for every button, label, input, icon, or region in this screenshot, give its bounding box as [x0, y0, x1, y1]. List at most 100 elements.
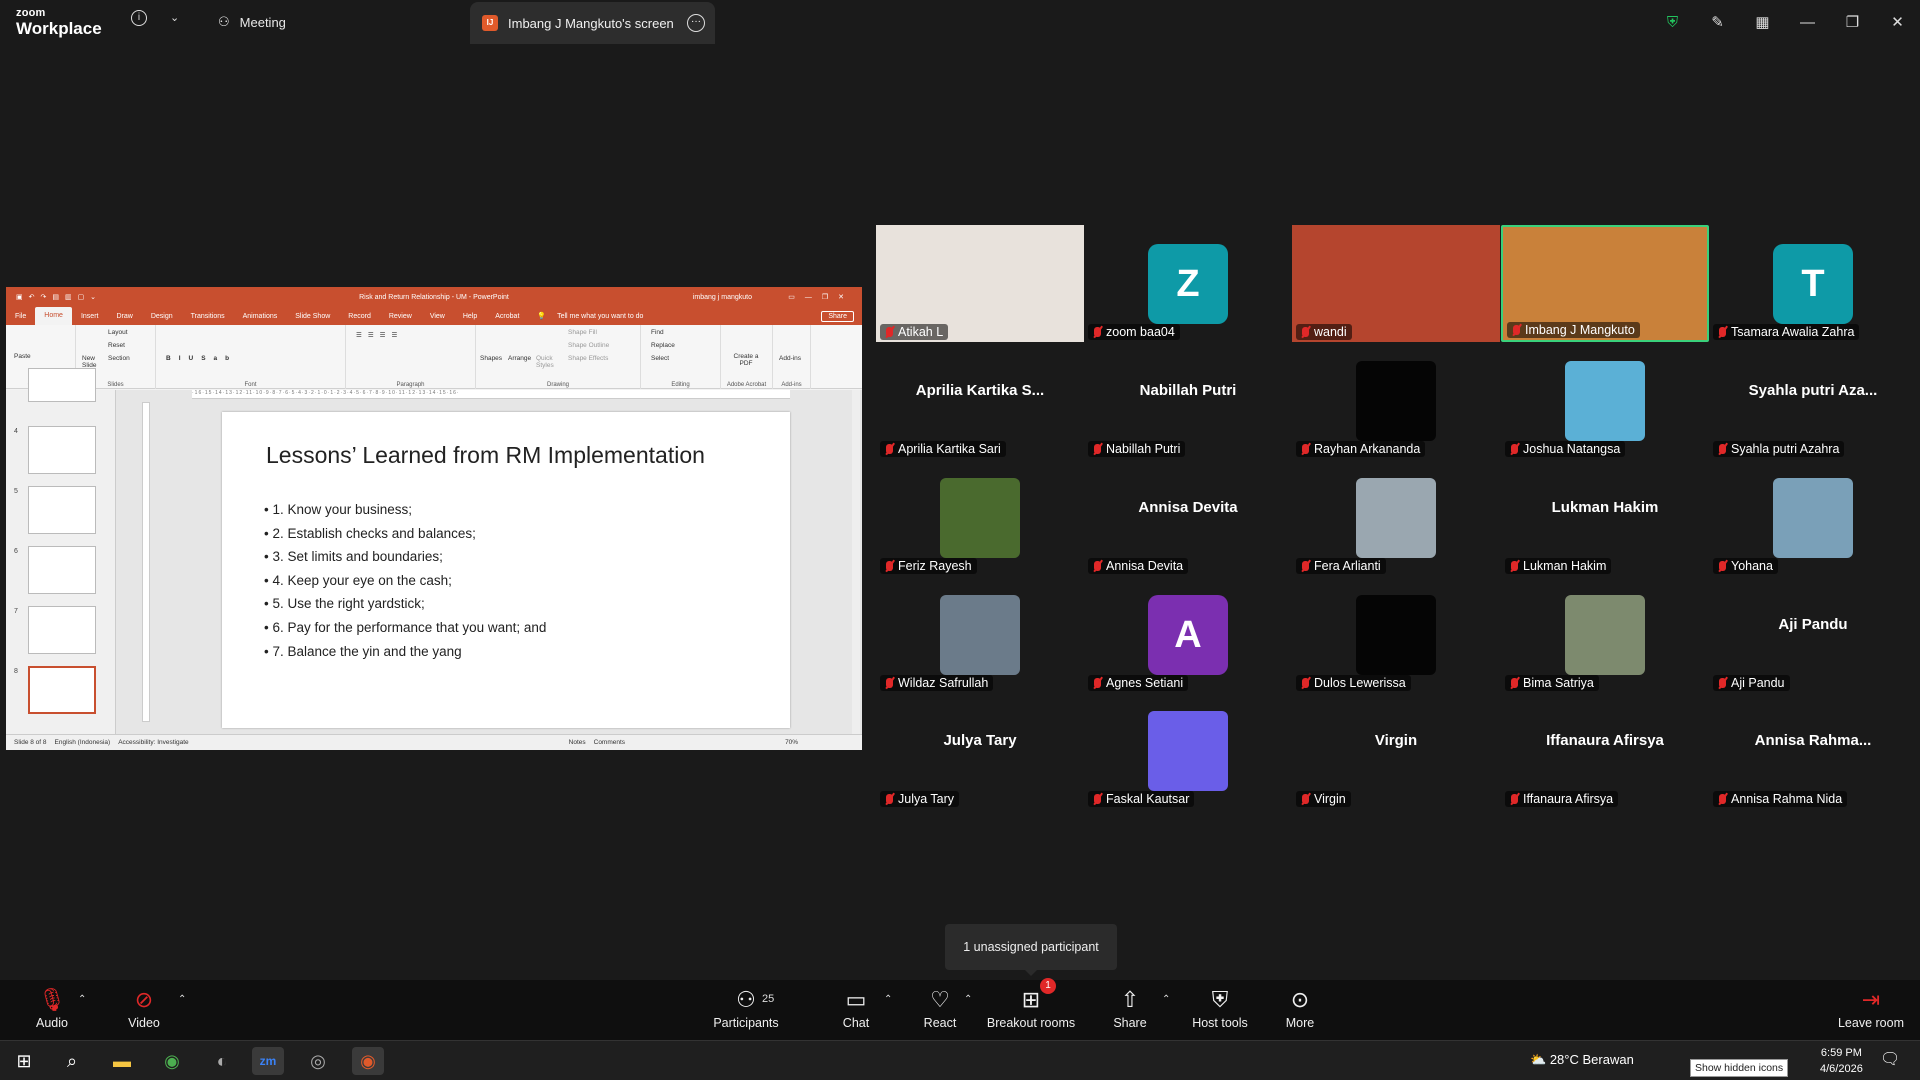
chrome-icon[interactable]: ◉	[156, 1047, 188, 1075]
participant-tile[interactable]: Syahla putri Aza... Syahla putri Azahra	[1709, 342, 1917, 459]
participant-tile[interactable]: Fera Arlianti	[1292, 459, 1500, 576]
weather-widget[interactable]: ⛅ 28°C Berawan	[1530, 1052, 1634, 1068]
vertical-scrollbar[interactable]	[852, 390, 860, 734]
participant-tile[interactable]: Nabillah Putri Nabillah Putri	[1084, 342, 1292, 459]
slide-thumbnail[interactable]	[28, 368, 96, 402]
ppt-tab-home[interactable]: Home	[35, 307, 72, 325]
participant-tile[interactable]: Feriz Rayesh	[876, 459, 1084, 576]
participant-tile[interactable]: Atikah L	[876, 225, 1084, 342]
system-clock[interactable]: 6:59 PM 4/6/2026	[1820, 1045, 1863, 1077]
ppt-tab-review[interactable]: Review	[380, 313, 421, 320]
shape-effects-button[interactable]: Shape Effects	[568, 355, 608, 362]
ppt-tell-me[interactable]: 💡 Tell me what you want to do	[528, 312, 661, 320]
add-ins-button[interactable]: Add-ins	[779, 355, 801, 362]
annotate-pen-icon[interactable]: ✎	[1695, 13, 1740, 31]
chrome-profile-icon[interactable]: ◉	[352, 1047, 384, 1075]
participant-tile[interactable]: Bima Satriya	[1501, 576, 1709, 693]
participant-tile[interactable]: Lukman Hakim Lukman Hakim	[1501, 459, 1709, 576]
replace-button[interactable]: Replace	[651, 342, 675, 349]
breakout-rooms-button[interactable]: ⊞ Breakout rooms	[985, 980, 1077, 1040]
leave-room-button[interactable]: ⇥ Leave room	[1834, 980, 1908, 1040]
ppt-tab-file[interactable]: File	[6, 313, 35, 320]
participant-tile[interactable]: Yohana	[1709, 459, 1917, 576]
windows-start-icon[interactable]: ⊞	[8, 1047, 40, 1075]
create-pdf-button[interactable]: Create a PDF	[733, 353, 759, 367]
shape-outline-button[interactable]: Shape Outline	[568, 342, 609, 349]
slide-thumbnail[interactable]	[28, 546, 96, 594]
quick-styles-button[interactable]: Quick Styles	[536, 355, 560, 369]
notification-icon[interactable]: 🗨	[1880, 1049, 1900, 1069]
participant-tile[interactable]: Annisa Rahma... Annisa Rahma Nida	[1709, 692, 1917, 809]
video-options-caret[interactable]: ⌃	[178, 994, 186, 1005]
participant-tile[interactable]: Wildaz Safrullah	[876, 576, 1084, 693]
share-options-caret[interactable]: ⌃	[1162, 994, 1170, 1005]
participant-tile[interactable]: Virgin Virgin	[1292, 692, 1500, 809]
ppt-tab-design[interactable]: Design	[142, 313, 182, 320]
paragraph-buttons[interactable]: ☰☰☰☰	[356, 331, 403, 339]
participant-tile[interactable]: wandi	[1292, 225, 1500, 342]
notes-button[interactable]: Notes	[569, 739, 586, 746]
ppt-tab-view[interactable]: View	[421, 313, 454, 320]
app-icon[interactable]: ◐	[206, 1047, 238, 1075]
arrange-button[interactable]: Arrange	[508, 355, 531, 362]
ppt-tab-transitions[interactable]: Transitions	[182, 313, 234, 320]
shapes-button[interactable]: Shapes	[480, 355, 502, 362]
zoom-app-icon[interactable]: zm	[252, 1047, 284, 1075]
more-button[interactable]: ⊙ More	[1270, 980, 1330, 1040]
ppt-tab-slideshow[interactable]: Slide Show	[286, 313, 339, 320]
file-explorer-icon[interactable]: ▬	[106, 1047, 138, 1075]
zoom-level[interactable]: 70%	[785, 739, 798, 746]
close-button[interactable]: ✕	[1875, 13, 1920, 31]
encryption-shield-icon[interactable]: ⛨	[1650, 14, 1695, 31]
slide-thumbnail-selected[interactable]	[28, 666, 96, 714]
slide-thumbnail[interactable]	[28, 486, 96, 534]
participant-tile[interactable]: A Agnes Setiani	[1084, 576, 1292, 693]
participant-tile[interactable]: Zzoom baa04	[1084, 225, 1292, 342]
host-tools-button[interactable]: ⛨ Host tools	[1185, 980, 1255, 1040]
participant-tile[interactable]: Rayhan Arkananda	[1292, 342, 1500, 459]
font-format-buttons[interactable]: BIUSab	[166, 355, 237, 362]
participant-tile[interactable]: Aprilia Kartika S... Aprilia Kartika Sari	[876, 342, 1084, 459]
ppt-tab-help[interactable]: Help	[454, 313, 486, 320]
participant-tile[interactable]: Aji Pandu Aji Pandu	[1709, 576, 1917, 693]
slide-thumbnail[interactable]	[28, 606, 96, 654]
language-status[interactable]: English (Indonesia)	[55, 739, 111, 746]
ppt-tab-draw[interactable]: Draw	[107, 313, 141, 320]
layout-button[interactable]: Layout	[108, 329, 128, 336]
audio-button[interactable]: 🎙 Audio	[22, 980, 82, 1040]
react-options-caret[interactable]: ⌃	[964, 994, 972, 1005]
current-slide[interactable]: Lessons’ Learned from RM Implementation …	[222, 412, 790, 728]
meeting-tab[interactable]: ⚇ Meeting	[218, 0, 286, 44]
search-icon[interactable]: ⌕	[56, 1047, 88, 1075]
maximize-button[interactable]: ❐	[1830, 13, 1875, 31]
accessibility-status[interactable]: Accessibility: Investigate	[118, 739, 188, 746]
info-icon[interactable]: i	[131, 10, 147, 26]
camera-app-icon[interactable]: ◎	[302, 1047, 334, 1075]
share-button[interactable]: ⇧ Share	[1100, 980, 1160, 1040]
participant-tile[interactable]: T Tsamara Awalia Zahra	[1709, 225, 1917, 342]
minimize-button[interactable]: —	[1785, 14, 1830, 31]
section-button[interactable]: Section	[108, 355, 130, 362]
slide-thumbnail[interactable]	[28, 426, 96, 474]
new-slide-button[interactable]: New Slide	[82, 355, 102, 369]
participants-button[interactable]: ⚇ Participants	[706, 980, 786, 1040]
chat-options-caret[interactable]: ⌃	[884, 994, 892, 1005]
react-button[interactable]: ♡ React	[910, 980, 970, 1040]
select-button[interactable]: Select	[651, 355, 669, 362]
participant-tile[interactable]: Joshua Natangsa	[1501, 342, 1709, 459]
ppt-tab-animations[interactable]: Animations	[234, 313, 287, 320]
ppt-share-button[interactable]: Share	[821, 310, 854, 322]
ppt-tab-insert[interactable]: Insert	[72, 313, 108, 320]
shared-screen-tab[interactable]: IJ Imbang J Mangkuto's screen ···	[470, 2, 715, 44]
participant-tile[interactable]: Dulos Lewerissa	[1292, 576, 1500, 693]
chat-button[interactable]: ▭ Chat	[826, 980, 886, 1040]
reset-button[interactable]: Reset	[108, 342, 125, 349]
ppt-tab-acrobat[interactable]: Acrobat	[486, 313, 528, 320]
video-button[interactable]: ⊘ Video	[114, 980, 174, 1040]
paste-button[interactable]: Paste	[14, 353, 31, 360]
participant-tile[interactable]: Iffanaura Afirsya Iffanaura Afirsya	[1501, 692, 1709, 809]
participant-tile[interactable]: Annisa Devita Annisa Devita	[1084, 459, 1292, 576]
participant-tile[interactable]: Julya Tary Julya Tary	[876, 692, 1084, 809]
comments-button[interactable]: Comments	[594, 739, 625, 746]
shape-fill-button[interactable]: Shape Fill	[568, 329, 597, 336]
